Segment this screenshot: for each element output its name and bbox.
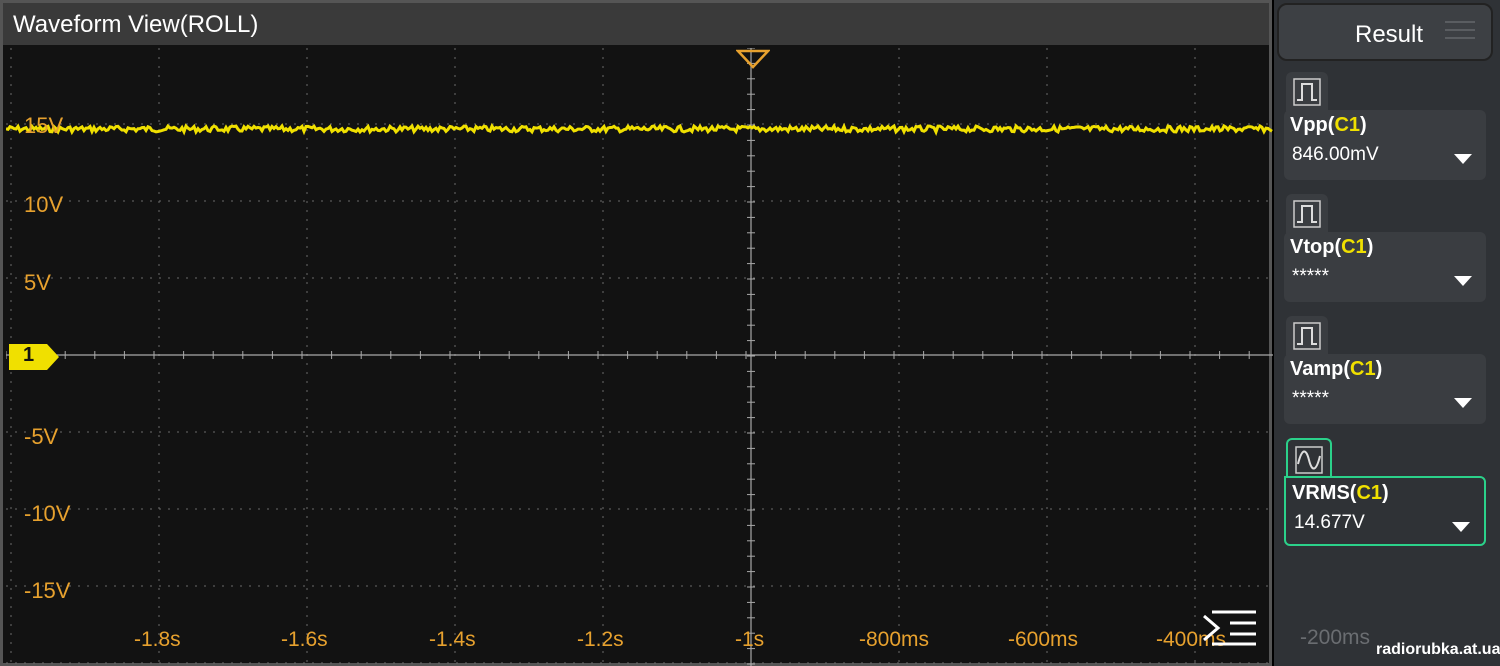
y-label-minus-10v: -10V: [24, 501, 71, 526]
waveform-plot[interactable]: 15V 10V 5V -5V -10V -15V -1.8s -1.6s -1.…: [6, 48, 1273, 666]
waveform-title-bar: Waveform View(ROLL): [3, 3, 1269, 45]
pulse-icon: [1286, 194, 1328, 236]
channel-marker-label: 1: [23, 344, 35, 366]
dropdown-arrow-icon[interactable]: [1452, 522, 1470, 532]
measurement-value: *****: [1292, 388, 1329, 409]
waveform-title: Waveform View(ROLL): [13, 11, 259, 38]
trigger-triangle-icon: [736, 49, 770, 69]
x-label-minus-1-6s: -1.6s: [281, 628, 328, 651]
measurement-name: Vpp(C1): [1290, 114, 1367, 136]
y-label-minus-15v: -15V: [24, 578, 71, 603]
waveform-panel: Waveform View(ROLL) 15V 10V 5V -5V -10V …: [0, 0, 1273, 666]
x-label-minus-1s: -1s: [735, 628, 765, 651]
menu-lines-icon: [1203, 610, 1256, 646]
measurement-vamp[interactable]: Vamp(C1) *****: [1284, 316, 1486, 424]
x-label-minus-200ms: -200ms: [1300, 626, 1371, 649]
measurement-card[interactable]: Vtop(C1) *****: [1284, 232, 1486, 302]
measurement-value: 846.00mV: [1292, 144, 1379, 165]
y-label-10v: 10V: [24, 192, 64, 217]
measurement-card[interactable]: Vpp(C1) 846.00mV: [1284, 110, 1486, 180]
x-label-minus-1-4s: -1.4s: [429, 628, 476, 651]
watermark: radiorubka.at.ua: [1376, 641, 1500, 658]
measurement-card[interactable]: VRMS(C1) 14.677V: [1284, 476, 1486, 546]
x-label-minus-1-2s: -1.2s: [577, 628, 624, 651]
measurement-name: Vtop(C1): [1290, 236, 1374, 258]
pulse-icon: [1286, 316, 1328, 358]
measurement-name: Vamp(C1): [1290, 358, 1383, 380]
measurement-vpp[interactable]: Vpp(C1) 846.00mV: [1284, 72, 1486, 180]
y-label-15v: 15V: [24, 113, 64, 138]
waveform-grid: [6, 48, 1273, 666]
dropdown-arrow-icon[interactable]: [1454, 398, 1472, 408]
pulse-icon: [1286, 72, 1328, 114]
result-panel: Result Vpp(C1) 846.00mV Vtop(C1) ***** V…: [1274, 0, 1500, 666]
x-label-minus-1-8s: -1.8s: [134, 628, 181, 651]
measurement-vrms[interactable]: VRMS(C1) 14.677V: [1284, 438, 1486, 546]
measurement-vtop[interactable]: Vtop(C1) *****: [1284, 194, 1486, 302]
drag-handle-icon[interactable]: [1445, 21, 1475, 45]
y-label-minus-5v: -5V: [24, 424, 59, 449]
channel-1-trace: [6, 122, 1273, 137]
measurement-value: *****: [1292, 266, 1329, 287]
dropdown-arrow-icon[interactable]: [1454, 154, 1472, 164]
result-title: Result: [1355, 21, 1424, 48]
x-label-minus-600ms: -600ms: [1008, 628, 1079, 651]
measurement-name: VRMS(C1): [1292, 482, 1389, 504]
dropdown-arrow-icon[interactable]: [1454, 276, 1472, 286]
y-label-5v: 5V: [24, 270, 51, 295]
measurement-card[interactable]: Vamp(C1) *****: [1284, 354, 1486, 424]
measurement-value: 14.677V: [1294, 512, 1365, 533]
channel-1-marker[interactable]: 1: [9, 344, 59, 370]
x-label-minus-800ms: -800ms: [859, 628, 930, 651]
result-header[interactable]: Result: [1277, 3, 1493, 61]
menu-collapse-icon[interactable]: [1202, 610, 1258, 646]
